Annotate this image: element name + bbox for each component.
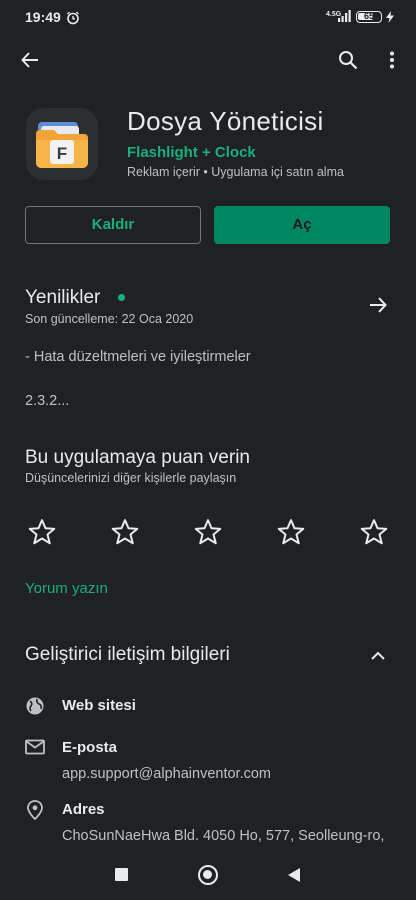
home-button[interactable] (198, 865, 218, 885)
app-title: Dosya Yöneticisi (127, 106, 324, 136)
email-label[interactable]: E-posta (62, 739, 117, 756)
email-value[interactable]: app.support@alphainventor.com (62, 766, 271, 782)
star-5-icon[interactable] (359, 517, 389, 547)
write-review-link[interactable]: Yorum yazın (25, 580, 108, 597)
rate-title: Bu uygulamaya puan verin (25, 447, 250, 468)
open-button[interactable]: Aç (214, 206, 390, 244)
developer-link[interactable]: Flashlight + Clock (127, 144, 256, 161)
star-1-icon[interactable] (27, 517, 57, 547)
charging-icon (386, 11, 394, 23)
app-meta: Reklam içerir • Uygulama içi satın alma (127, 165, 344, 179)
home-button-dot (203, 870, 212, 879)
email-icon (25, 739, 45, 755)
star-3-icon[interactable] (193, 517, 223, 547)
star-4-icon[interactable] (276, 517, 306, 547)
globe-icon (25, 696, 45, 716)
location-pin-icon (26, 800, 44, 820)
more-options-icon[interactable] (380, 46, 404, 74)
battery-percent: 65 (363, 11, 374, 21)
search-icon[interactable] (334, 46, 362, 74)
developer-contact-title[interactable]: Geliştirici iletişim bilgileri (25, 644, 230, 666)
back-nav-button[interactable] (287, 867, 301, 883)
uninstall-button[interactable]: Kaldır (25, 206, 201, 244)
whats-new-title[interactable]: Yenilikler (25, 287, 100, 309)
website-link[interactable]: Web sitesi (62, 697, 136, 714)
signal-icon (338, 10, 352, 22)
rate-subtitle: Düşüncelerinizi diğer kişilerle paylaşın (25, 471, 237, 485)
changelog-line-1: - Hata düzeltmeleri ve iyileştirmeler (25, 349, 251, 365)
app-icon: F (26, 108, 98, 180)
alarm-icon (66, 11, 80, 25)
arrow-right-icon[interactable] (364, 291, 392, 319)
app-icon-letter: F (57, 144, 67, 163)
back-icon[interactable] (16, 46, 44, 74)
last-updated: Son güncelleme: 22 Oca 2020 (25, 312, 194, 326)
system-navigation-bar (0, 852, 416, 900)
battery-icon: 65 (356, 11, 382, 23)
new-indicator-dot (118, 294, 125, 301)
recents-button[interactable] (115, 868, 128, 881)
changelog-line-2: 2.3.2... (25, 393, 70, 409)
address-value[interactable]: ChoSunNaeHwa Bld. 4050 Ho, 577, Seolleun… (62, 828, 384, 844)
status-time: 19:49 (25, 9, 61, 25)
star-2-icon[interactable] (110, 517, 140, 547)
chevron-up-icon[interactable] (364, 642, 392, 670)
address-label[interactable]: Adres (62, 801, 105, 818)
